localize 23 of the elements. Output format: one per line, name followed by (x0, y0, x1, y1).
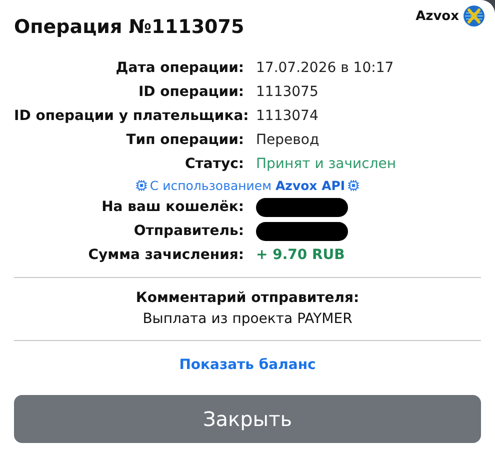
detail-value: 1113075 (256, 83, 320, 102)
show-balance-link[interactable]: Показать баланс (179, 357, 316, 373)
chip-icon (348, 180, 360, 191)
logo-icon (463, 5, 485, 27)
detail-label: ID операции: (137, 83, 244, 102)
brand-name: Azvox (416, 8, 459, 24)
operation-title: Операция №1113075 (14, 16, 246, 38)
chip-icon (136, 180, 147, 191)
comment-text: Выплата из проекта PAYMER (142, 310, 354, 329)
amount-value: + 9.70 RUB (256, 246, 346, 265)
detail-label: Тип операции: (125, 131, 244, 150)
detail-label: На ваш кошелёк: (100, 198, 244, 217)
detail-value: Перевод (256, 131, 320, 150)
comment-heading: Комментарий отправителя: (134, 289, 360, 308)
api-note: С использованием Azvox API (150, 178, 346, 193)
detail-label: Статус: (184, 155, 244, 174)
status-value: Принят и зачислен (256, 155, 398, 174)
detail-label: Сумма зачисления: (87, 246, 244, 265)
close-button[interactable]: Закрыть (14, 395, 481, 443)
detail-value: 1113074 (256, 107, 320, 126)
detail-label: Дата операции: (114, 59, 244, 78)
detail-label: Отправитель: (132, 222, 244, 241)
detail-value: 17.07.2026 в 10:17 (256, 59, 395, 78)
